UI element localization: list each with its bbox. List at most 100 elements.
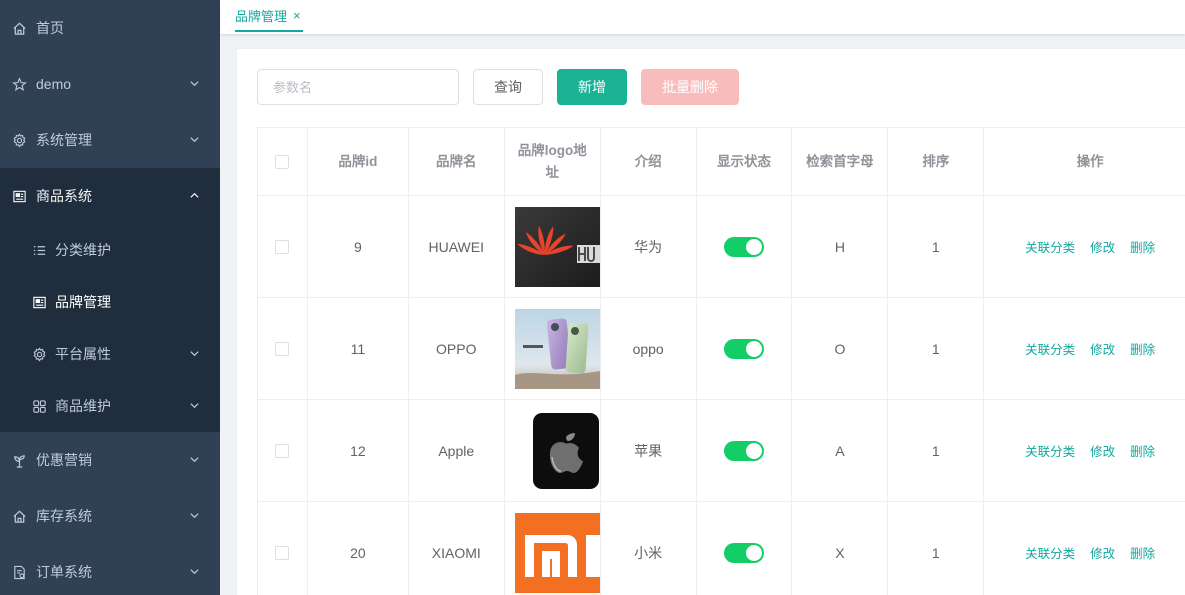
home-icon <box>10 19 28 37</box>
document-icon <box>30 293 48 311</box>
sidebar-item-coupon[interactable]: 优惠营销 <box>0 432 220 488</box>
show-status-switch[interactable] <box>724 236 765 257</box>
tab-label: 品牌管理 <box>235 8 288 24</box>
delete-link[interactable]: 删除 <box>1130 339 1155 358</box>
document-icon <box>10 187 28 205</box>
cell-id: 20 <box>308 502 409 595</box>
header-show-status: 显示状态 <box>697 128 793 195</box>
sidebar-item-goods[interactable]: 商品系统 <box>0 168 220 224</box>
cell-name: OPPO <box>409 298 505 399</box>
house-icon <box>10 507 28 525</box>
sidebar-item-order[interactable]: 订单系统 <box>0 544 220 595</box>
oppo-logo <box>514 308 600 389</box>
relate-category-link[interactable]: 关联分类 <box>1025 441 1075 460</box>
cell-intro: oppo <box>601 298 697 399</box>
relate-category-link[interactable]: 关联分类 <box>1025 237 1075 256</box>
sidebar-item-label: 平台属性 <box>55 346 111 362</box>
submenu-goods: 商品系统 分类维护 品牌管理 平台属性 商品维护 <box>0 168 220 432</box>
row-checkbox[interactable] <box>275 239 290 254</box>
query-button[interactable]: 查询 <box>473 69 543 105</box>
brand-table: 品牌id 品牌名 品牌logo地址 介绍 显示状态 检索首字母 排序 操作 9 … <box>257 127 1185 595</box>
search-input[interactable] <box>257 69 459 105</box>
sidebar-item-system[interactable]: 系统管理 <box>0 112 220 168</box>
huawei-logo <box>514 206 600 287</box>
cell-sort: 1 <box>888 196 985 297</box>
grid-icon <box>30 397 48 415</box>
relate-category-link[interactable]: 关联分类 <box>1025 543 1075 562</box>
sidebar: 首页 demo 系统管理 商品系统 分类维护 品牌管理 平台属性 商品维护 优惠… <box>0 0 220 595</box>
cell-intro: 小米 <box>601 502 697 595</box>
sidebar-item-label: 商品维护 <box>55 398 111 414</box>
gear-icon <box>10 131 28 149</box>
cell-first-letter: A <box>792 400 889 501</box>
edit-link[interactable]: 修改 <box>1090 339 1115 358</box>
apple-logo <box>514 410 600 491</box>
header-name: 品牌名 <box>409 128 505 195</box>
table-header: 品牌id 品牌名 品牌logo地址 介绍 显示状态 检索首字母 排序 操作 <box>258 128 1185 196</box>
header-sort: 排序 <box>888 128 985 195</box>
chevron-down-icon <box>188 77 200 89</box>
edit-link[interactable]: 修改 <box>1090 543 1115 562</box>
show-status-switch[interactable] <box>724 440 765 461</box>
cell-first-letter: X <box>792 502 889 595</box>
close-icon[interactable]: × <box>293 8 301 23</box>
edit-link[interactable]: 修改 <box>1090 237 1115 256</box>
sidebar-item-brand[interactable]: 品牌管理 <box>0 276 220 328</box>
sidebar-item-label: 首页 <box>36 20 64 36</box>
sidebar-item-ware[interactable]: 库存系统 <box>0 488 220 544</box>
header-intro: 介绍 <box>601 128 697 195</box>
sidebar-item-home[interactable]: 首页 <box>0 0 220 56</box>
cell-id: 12 <box>308 400 409 501</box>
sidebar-item-label: 优惠营销 <box>36 452 92 468</box>
header-logo: 品牌logo地址 <box>505 128 601 195</box>
star-icon <box>10 75 28 93</box>
row-checkbox[interactable] <box>275 341 290 356</box>
xiaomi-logo <box>514 512 600 593</box>
sidebar-item-spu[interactable]: 商品维护 <box>0 380 220 432</box>
sidebar-item-label: 商品系统 <box>36 188 92 204</box>
sidebar-item-label: 品牌管理 <box>55 294 111 310</box>
table-row: 9 HUAWEI 华为 H 1 关联分类 修改 删除 <box>258 196 1185 298</box>
delete-link[interactable]: 删除 <box>1130 543 1155 562</box>
table-row: 12 Apple 苹果 A 1 关联分类 修改 删除 <box>258 400 1185 502</box>
sidebar-item-label: 系统管理 <box>36 132 92 148</box>
sidebar-item-label: 订单系统 <box>36 564 92 580</box>
cell-id: 9 <box>308 196 409 297</box>
table-row: 20 XIAOMI 小米 X 1 关联分类 修改 删除 <box>258 502 1185 595</box>
gear-icon <box>30 345 48 363</box>
cell-first-letter: O <box>792 298 889 399</box>
row-checkbox[interactable] <box>275 545 290 560</box>
chevron-down-icon <box>188 453 200 465</box>
cell-first-letter: H <box>792 196 889 297</box>
chevron-down-icon <box>188 399 200 411</box>
cell-name: HUAWEI <box>409 196 505 297</box>
cell-sort: 1 <box>888 298 985 399</box>
order-icon <box>10 563 28 581</box>
add-button[interactable]: 新增 <box>557 69 627 105</box>
cell-intro: 华为 <box>601 196 697 297</box>
show-status-switch[interactable] <box>724 338 765 359</box>
chevron-down-icon <box>188 347 200 359</box>
chevron-down-icon <box>188 565 200 577</box>
relate-category-link[interactable]: 关联分类 <box>1025 339 1075 358</box>
cell-name: XIAOMI <box>409 502 505 595</box>
cell-sort: 1 <box>888 502 985 595</box>
select-all-checkbox[interactable] <box>275 154 290 169</box>
header-ops: 操作 <box>984 128 1185 195</box>
tab-brand[interactable]: 品牌管理 × <box>235 0 303 32</box>
chevron-up-icon <box>188 189 200 201</box>
chevron-down-icon <box>188 133 200 145</box>
show-status-switch[interactable] <box>724 542 765 563</box>
header-first-letter: 检索首字母 <box>792 128 889 195</box>
delete-link[interactable]: 删除 <box>1130 237 1155 256</box>
edit-link[interactable]: 修改 <box>1090 441 1115 460</box>
batch-delete-button[interactable]: 批量删除 <box>641 69 739 105</box>
sidebar-item-category[interactable]: 分类维护 <box>0 224 220 276</box>
table-row: 11 OPPO oppo O 1 关联分类 修改 删除 <box>258 298 1185 400</box>
sidebar-item-demo[interactable]: demo <box>0 56 220 112</box>
chevron-down-icon <box>188 509 200 521</box>
header-id: 品牌id <box>308 128 409 195</box>
delete-link[interactable]: 删除 <box>1130 441 1155 460</box>
sidebar-item-attr[interactable]: 平台属性 <box>0 328 220 380</box>
row-checkbox[interactable] <box>275 443 290 458</box>
